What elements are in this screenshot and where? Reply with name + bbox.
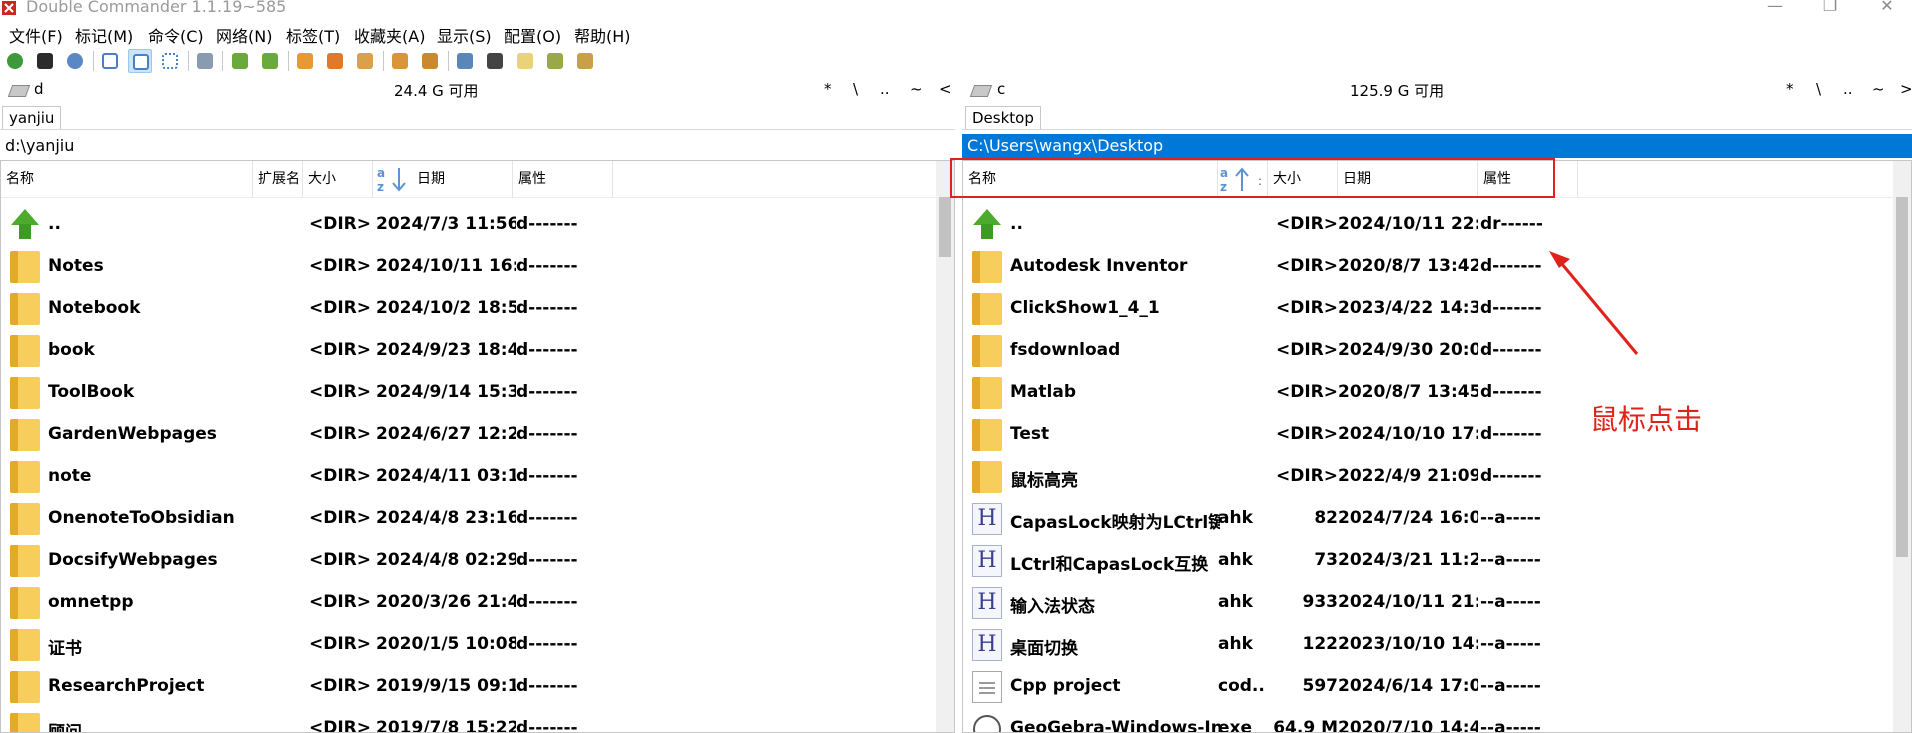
annotation-overlay: [950, 158, 1639, 355]
annotation-label: 鼠标点击: [1590, 403, 1703, 436]
annotation-arrow-line: [1555, 257, 1639, 355]
annotation-highlight-box: [950, 158, 1555, 198]
annotation-arrow-head: [1549, 251, 1570, 268]
